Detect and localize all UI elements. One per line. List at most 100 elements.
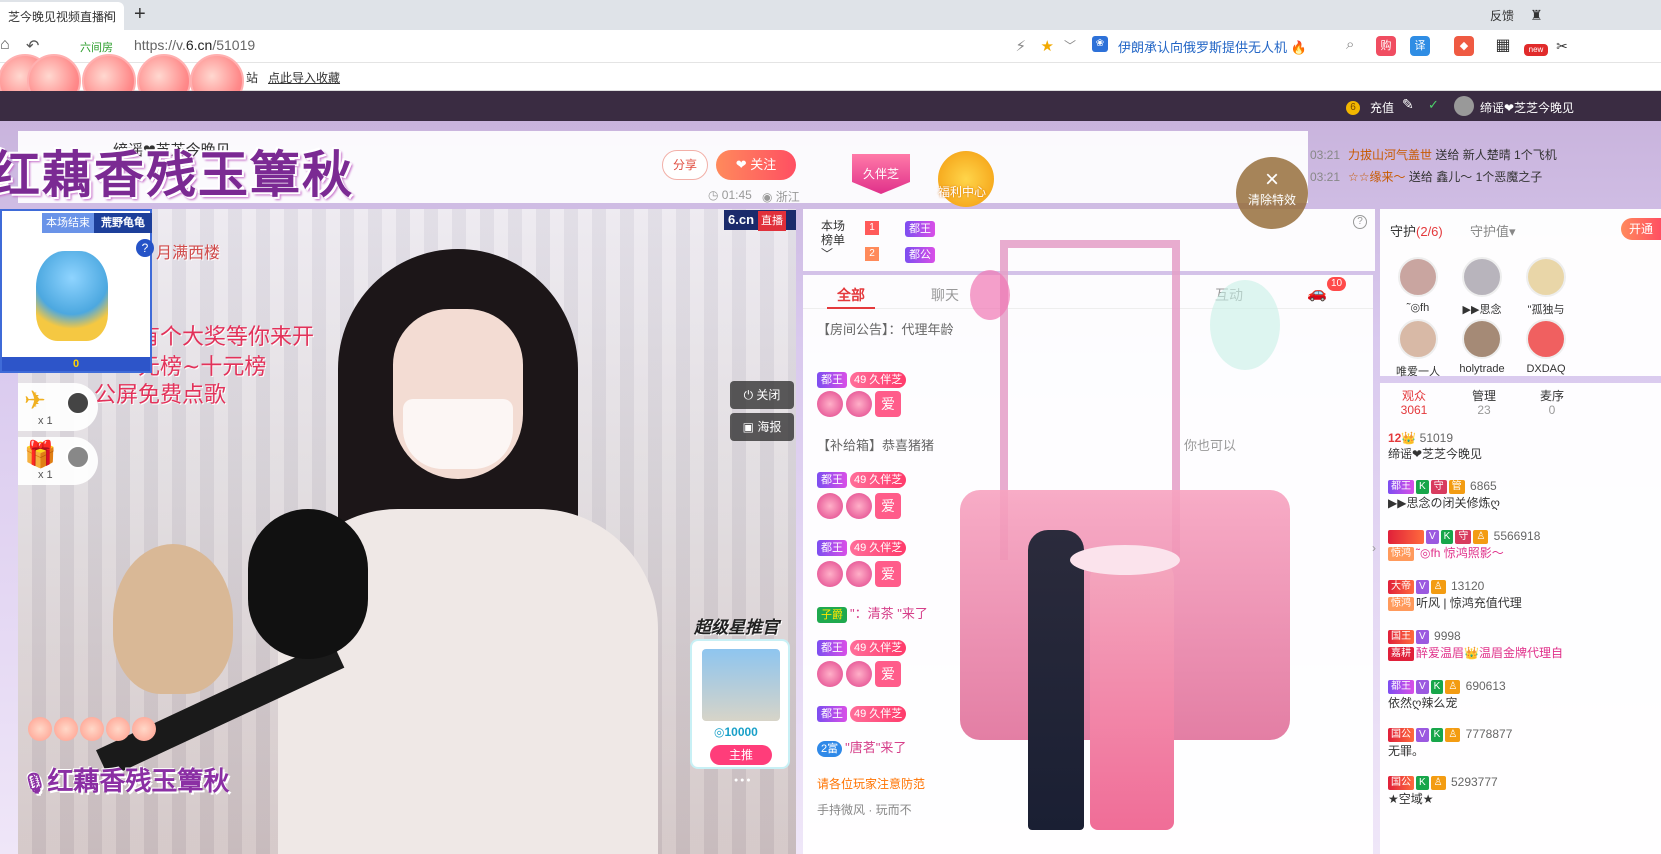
tab-admin[interactable]: 管理 23 xyxy=(1454,389,1514,417)
poster-button[interactable]: ▣ 海报 xyxy=(730,413,794,441)
fan-badge[interactable]: 久伴芝 xyxy=(852,154,910,194)
chat-message: 2富 "唐茗"来了 xyxy=(817,737,906,757)
share-button[interactable]: 分享 xyxy=(662,150,708,180)
flash-icon[interactable]: ⚡ xyxy=(1015,37,1026,55)
user-name[interactable]: 缔谣❤芝芝今晚见 xyxy=(1480,99,1574,116)
gift-popup: 🎁 x 1 xyxy=(18,437,98,485)
tab-all[interactable]: 全部 xyxy=(837,285,865,305)
pk-tab-ended[interactable]: 本场结束 xyxy=(42,213,94,233)
coin-icon: 6 xyxy=(1346,99,1360,115)
audience-row[interactable]: 都王 V K ♙ 690613 依然ღ辣么宠 xyxy=(1388,679,1506,711)
heart-icon: ❤ xyxy=(735,157,747,172)
follow-button[interactable]: ❤ 关注 xyxy=(716,150,796,180)
cut-icon[interactable]: ✂ xyxy=(1552,36,1572,56)
bubble-dots xyxy=(28,717,158,744)
airplane-icon: ✈ xyxy=(24,385,46,415)
chat-message: 手持微风 · 玩而不 xyxy=(817,803,912,817)
close-icon[interactable]: × xyxy=(103,7,111,23)
super-star-card[interactable]: ◎10000 主推 xyxy=(690,639,790,769)
edit-icon[interactable]: ✎ xyxy=(1402,96,1414,113)
microphone-icon: 🎙 xyxy=(22,771,48,795)
feedback-link[interactable]: 反馈 xyxy=(1490,7,1514,24)
audience-row[interactable]: V K 守 ♙ 5566918 惊鸿 ˜◎fh 惊鸿照影～ xyxy=(1388,529,1540,561)
grid-icon[interactable]: ▦ xyxy=(1493,36,1513,56)
avatar[interactable] xyxy=(1526,257,1566,297)
check-icon[interactable]: ✓ xyxy=(1428,97,1439,113)
chat-message: 爱 xyxy=(817,493,904,519)
guard-member-name: holytrade xyxy=(1459,363,1505,375)
avatar[interactable] xyxy=(1398,319,1438,359)
close-icon: × xyxy=(1264,166,1279,193)
chat-warning: 请各位玩家注意防范 xyxy=(817,777,926,791)
guard-member-name: 唯爱一人 xyxy=(1396,366,1440,378)
search-icon[interactable]: ⌕ xyxy=(1346,36,1354,53)
live-duration: ◷ 01:45 xyxy=(708,188,752,202)
streamer-title: 红藕香残玉簟秋 xyxy=(0,145,354,204)
audience-row[interactable]: 12👑 51019 缔谣❤芝芝今晚见 xyxy=(1388,431,1482,462)
woman-figure xyxy=(1090,550,1174,830)
tab-mic-queue[interactable]: 麦序 0 xyxy=(1522,389,1582,417)
chat-message: 爱 xyxy=(817,391,904,417)
import-bookmarks-link[interactable]: 点此导入收藏 xyxy=(268,69,340,86)
pk-panel[interactable]: 本场结束 荒野龟龟 ? 0 xyxy=(0,209,154,373)
promote-button[interactable]: 主推 xyxy=(710,745,772,765)
anchor-location: ◉ 浙江 xyxy=(762,190,800,204)
hat xyxy=(1070,545,1180,575)
skin-icon[interactable]: ♜ xyxy=(1530,7,1543,24)
recharge-link[interactable]: 充值 xyxy=(1370,99,1394,116)
close-video-button[interactable]: ⏻ 关闭 xyxy=(730,381,794,409)
shop-extension-icon[interactable]: 购 xyxy=(1376,36,1396,56)
bookmark-site[interactable]: 站 xyxy=(246,69,258,86)
avatar[interactable] xyxy=(1398,257,1438,297)
guard-member-name: "孤独与 xyxy=(1527,304,1565,316)
new-badge[interactable]: new xyxy=(1524,44,1548,56)
avatar xyxy=(66,391,90,415)
live-room-page: 缔谣❤芝芝今晚见 分享 ❤ 关注 ◷ 01:45 ◉ 浙江 久伴芝 福利中心 红… xyxy=(0,121,1661,854)
guard-title[interactable]: 守护(2/6) xyxy=(1390,221,1443,240)
browser-tab[interactable]: 芝今晚见视频直播间 × xyxy=(0,2,124,30)
user-avatar[interactable] xyxy=(1454,96,1474,116)
carousel-dots[interactable]: ● ● ● xyxy=(734,777,751,784)
super-star-title: 超级星推官 xyxy=(694,618,779,637)
new-tab-button[interactable]: + xyxy=(134,3,146,26)
star-icon[interactable]: ★ xyxy=(1041,37,1054,55)
balloon xyxy=(970,270,1010,320)
chat-message: 都王 49 久伴芝 xyxy=(817,471,909,488)
guard-panel: 守护(2/6) 守护值▾ 开通 ˜◎fh ▶▶思念 "孤独与 唯爱一人 holy… xyxy=(1380,209,1661,378)
translate-extension-icon[interactable]: 译 xyxy=(1410,36,1430,56)
tab-audience[interactable]: 观众 3061 xyxy=(1384,389,1444,417)
audience-row[interactable]: 国王 V 9998 嘉耕 醉爱温眉👑温眉金牌代理自 xyxy=(1388,629,1563,661)
undo-icon[interactable]: ↶ xyxy=(26,36,39,56)
avatar[interactable] xyxy=(1462,319,1502,359)
chevron-down-icon[interactable]: ﹀ xyxy=(1064,37,1076,54)
secure-badge: 六间房 xyxy=(80,42,113,54)
audience-panel: 观众 3061 管理 23 麦序 0 12👑 51019 缔谣❤芝芝今晚见 都王 K 守管 … xyxy=(1380,383,1661,854)
audience-row[interactable]: 国公 K ♙ 5293777 ★空域★ xyxy=(1388,775,1498,807)
site-top-bar: 6 充值 ✎ ✓ 缔谣❤芝芝今晚见 xyxy=(0,91,1661,121)
help-icon[interactable]: ? xyxy=(136,239,154,257)
news-text[interactable]: 伊朗承认向俄罗斯提供无人机 🔥 xyxy=(1118,37,1307,56)
chat-message: 都王 49 久伴芝 xyxy=(817,539,909,556)
star-thumbnail xyxy=(702,649,780,721)
news-ticker[interactable]: ❀ 伊朗承认向俄罗斯提供无人机 🔥 ⌕ xyxy=(1092,35,1367,57)
clear-effects-button[interactable]: × 清除特效 xyxy=(1236,157,1308,229)
game-extension-icon[interactable]: ◆ xyxy=(1454,36,1474,56)
pk-tab-name[interactable]: 荒野龟龟 xyxy=(94,213,152,233)
avatar[interactable] xyxy=(1462,257,1502,297)
audience-row[interactable]: 国公 V K ♙ 7778877 无罪。 xyxy=(1388,727,1512,759)
open-guard-button[interactable]: 开通 xyxy=(1621,218,1661,240)
video-text: 有个大奖等你来开 xyxy=(138,325,315,350)
avatar[interactable] xyxy=(1526,319,1566,359)
gift-animation-overlay xyxy=(920,190,1380,854)
audience-row[interactable]: 大帝 V ♙ 13120 惊鸿 听风 | 惊鸿充值代理 xyxy=(1388,579,1522,611)
video-watermark: 🎙红藕香残玉簟秋 xyxy=(22,767,230,797)
rank-label[interactable]: 本场 榜单 ﹀ xyxy=(821,219,845,261)
guard-value-dropdown[interactable]: 守护值▾ xyxy=(1470,221,1516,240)
pk-score: 0 xyxy=(2,357,150,371)
browser-tab-bar: 芝今晚见视频直播间 × + 反馈 ♜ xyxy=(0,0,1661,30)
balloon xyxy=(1210,280,1280,370)
home-icon[interactable]: ⌂ xyxy=(0,36,10,54)
teddy-bear xyxy=(113,544,233,694)
audience-row[interactable]: 都王 K 守管 6865 ▶▶思念の闭关修炼ღ xyxy=(1388,479,1500,511)
rank-num: 2 xyxy=(865,247,879,261)
